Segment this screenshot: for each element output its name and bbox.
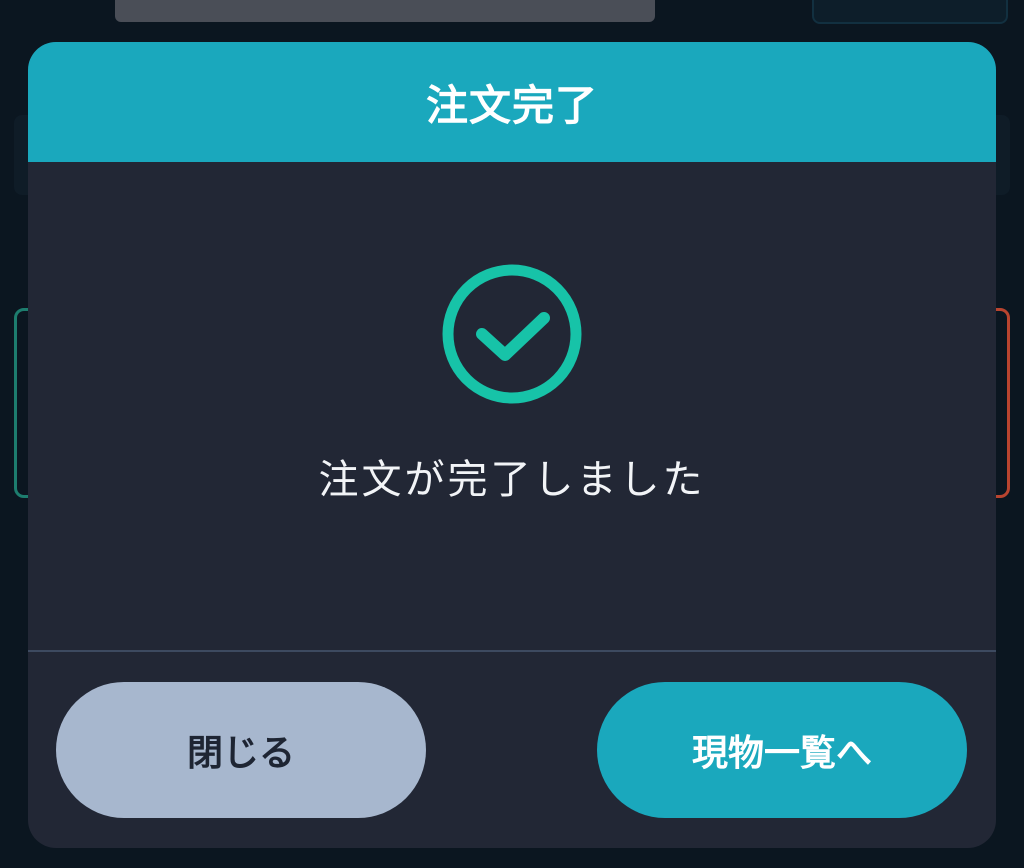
close-button[interactable]: 閉じる: [56, 682, 426, 818]
background-input: [115, 0, 655, 22]
holdings-list-button[interactable]: 現物一覧へ: [597, 682, 967, 818]
completion-message: 注文が完了しました: [318, 457, 706, 503]
background-label: [0, 0, 95, 10]
dialog-header: 注文完了: [28, 42, 996, 162]
dialog-title: 注文完了: [425, 80, 598, 130]
background-top-bar: [0, 0, 1024, 30]
dialog-divider: [28, 650, 996, 652]
background-button: [812, 0, 1008, 24]
order-complete-dialog: 注文完了 注文が完了しました 閉じる 現物一覧へ: [28, 42, 996, 848]
check-circle-icon: [440, 262, 584, 406]
